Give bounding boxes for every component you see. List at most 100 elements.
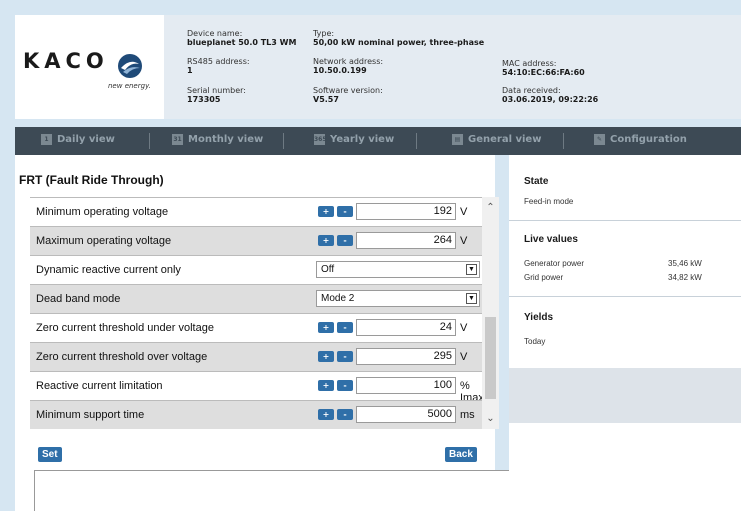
data-received-value: 03.06.2019, 09:22:26 [502,95,599,104]
grid-power-value: 34,82 kW [668,273,702,282]
state-heading: State [524,176,549,187]
settings-list: Minimum operating voltage + - 192 V Maxi… [30,197,484,429]
device-name-field: Device name: blueplanet 50.0 TL3 WM [187,29,296,47]
increment-button[interactable]: + [318,322,334,333]
zero-over-input[interactable]: 295 [356,348,456,365]
device-name-label: Device name: [187,29,243,38]
zero-under-input[interactable]: 24 [356,319,456,336]
type-value: 50,00 kW nominal power, three-phase [313,38,485,47]
kaco-logo: KACO [23,49,109,73]
data-received-field: Data received: 03.06.2019, 09:22:26 [502,86,598,104]
chevron-down-icon[interactable]: ▼ [466,293,477,304]
nav-yearly-label: Yearly view [330,134,395,145]
increment-button[interactable]: + [318,380,334,391]
nav-configuration-label: Configuration [610,134,687,145]
nav-general-view[interactable]: ▤ General view [452,134,541,145]
setting-row-zero-under: Zero current threshold under voltage + -… [30,313,482,342]
software-field: Software version: V5.57 [313,86,383,104]
rs485-field: RS485 address: 1 [187,57,250,75]
decrement-button[interactable]: - [337,322,353,333]
setting-label: Minimum operating voltage [36,206,169,218]
network-value: 10.50.0.199 [313,66,367,75]
setting-row-max-voltage: Maximum operating voltage + - 264 V [30,226,482,255]
device-name-value: blueplanet 50.0 TL3 WM [187,38,297,47]
serial-field: Serial number: 173305 [187,86,246,104]
setting-row-zero-over: Zero current threshold over voltage + - … [30,342,482,371]
generator-power-label: Generator power [524,259,585,268]
setting-label: Zero current threshold over voltage [36,351,208,363]
nav-monthly-view[interactable]: 31 Monthly view [172,134,263,145]
main-nav: 1 Daily view 31 Monthly view 365 Yearly … [15,127,741,155]
network-field: Network address: 10.50.0.199 [313,57,383,75]
divider [509,296,741,297]
dead-band-select[interactable]: Mode 2 ▼ [316,290,480,307]
page: KACO new energy. Device name: blueplanet… [0,0,741,511]
state-value: Feed-in mode [524,197,574,206]
max-voltage-input[interactable]: 264 [356,232,456,249]
rs485-value: 1 [187,66,193,75]
data-received-label: Data received: [502,86,561,95]
nav-divider [149,133,150,149]
yields-heading: Yields [524,312,554,323]
mac-value: 54:10:EC:66:FA:60 [502,68,585,77]
nav-daily-label: Daily view [57,134,115,145]
settings-scrollbar[interactable]: ⌃ ⌄ [482,197,499,429]
setting-row-reactive-limit: Reactive current limitation + - 100 % Im… [30,371,484,404]
nav-configuration[interactable]: ✎ Configuration [594,134,687,145]
min-support-input[interactable]: 5000 [356,406,456,423]
min-voltage-input[interactable]: 192 [356,203,456,220]
unit-label: ms [460,409,475,421]
rs485-label: RS485 address: [187,57,250,66]
increment-button[interactable]: + [318,235,334,246]
status-panel-footer [509,368,741,423]
setting-label: Minimum support time [36,409,145,421]
back-button[interactable]: Back [445,447,477,462]
set-button[interactable]: Set [38,447,62,462]
nav-yearly-view[interactable]: 365 Yearly view [314,134,394,145]
unit-label: V [460,322,468,334]
serial-label: Serial number: [187,86,246,95]
nav-daily-view[interactable]: 1 Daily view [41,134,115,145]
setting-row-dynamic-reactive: Dynamic reactive current only Off ▼ [30,255,482,284]
network-label: Network address: [313,57,384,66]
kaco-logo-icon [118,54,142,78]
status-panel [509,155,741,511]
dynamic-reactive-select[interactable]: Off ▼ [316,261,480,278]
setting-label: Maximum operating voltage [36,235,172,247]
decrement-button[interactable]: - [337,206,353,217]
setting-row-min-support: Minimum support time + - 5000 ms [30,400,482,429]
setting-label: Reactive current limitation [36,380,163,392]
setting-row-min-voltage: Minimum operating voltage + - 192 V [30,197,482,226]
type-label: Type: [313,29,335,38]
increment-button[interactable]: + [318,351,334,362]
software-value: V5.57 [313,95,339,104]
live-values-heading: Live values [524,234,578,245]
general-view-icon: ▤ [452,134,463,145]
wrench-icon: ✎ [594,134,605,145]
scroll-down-icon[interactable]: ⌄ [482,413,499,427]
nav-divider [283,133,284,149]
increment-button[interactable]: + [318,409,334,420]
today-label: Today [524,337,546,346]
decrement-button[interactable]: - [337,409,353,420]
decrement-button[interactable]: - [337,235,353,246]
page-title: FRT (Fault Ride Through) [19,173,164,187]
calendar-year-icon: 365 [314,134,327,145]
unit-label: V [460,206,468,218]
chevron-down-icon[interactable]: ▼ [466,264,477,275]
calendar-month-icon: 31 [172,134,183,145]
select-value: Off [321,264,335,275]
scroll-up-icon[interactable]: ⌃ [482,202,499,216]
scroll-thumb[interactable] [485,317,496,399]
software-label: Software version: [313,86,383,95]
type-field: Type: 50,00 kW nominal power, three-phas… [313,29,484,47]
divider [509,220,741,221]
nav-divider [416,133,417,149]
serial-value: 173305 [187,95,221,104]
decrement-button[interactable]: - [337,351,353,362]
nav-divider [563,133,564,149]
decrement-button[interactable]: - [337,380,353,391]
increment-button[interactable]: + [318,206,334,217]
reactive-limit-input[interactable]: 100 [356,377,456,394]
select-value: Mode 2 [321,293,355,304]
